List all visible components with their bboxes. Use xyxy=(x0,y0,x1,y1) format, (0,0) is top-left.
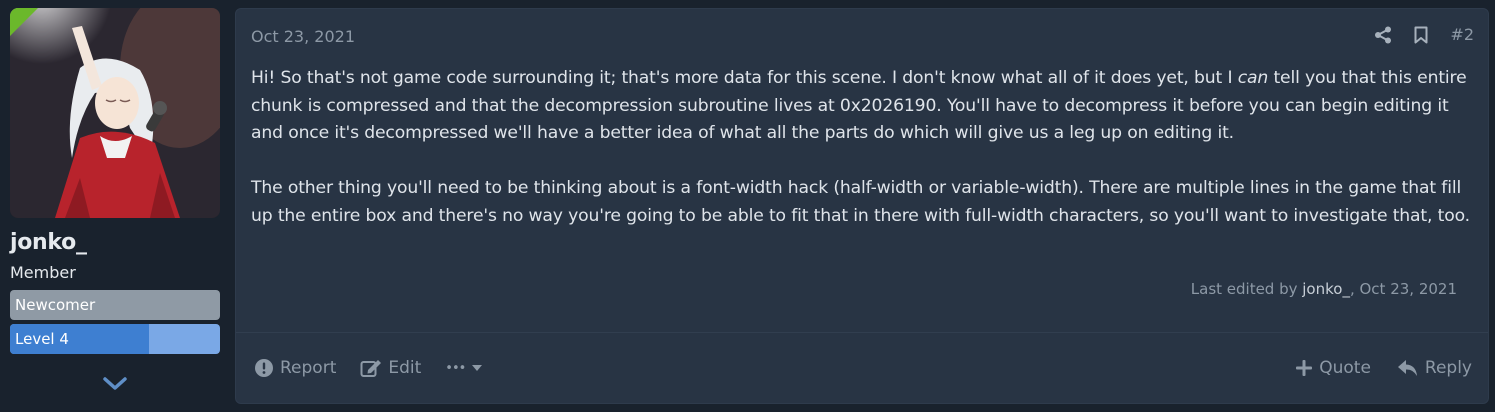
post-actions-left: Report Edit ••• xyxy=(254,358,483,378)
quote-button[interactable]: Quote xyxy=(1295,358,1371,378)
warning-icon xyxy=(254,358,274,378)
bookmark-button[interactable] xyxy=(1414,26,1428,44)
edit-icon xyxy=(360,358,382,378)
chevron-down-icon xyxy=(103,377,127,390)
post-date[interactable]: Oct 23, 2021 xyxy=(251,27,355,46)
avatar-illustration xyxy=(10,8,220,218)
user-title: Member xyxy=(10,263,76,282)
user-cell: jonko_ Member Newcomer Level 4 xyxy=(0,0,232,412)
post-tools: #2 xyxy=(1374,25,1474,44)
badge-newcomer: Newcomer xyxy=(10,290,220,320)
caret-down-icon xyxy=(471,364,483,372)
reply-button[interactable]: Reply xyxy=(1397,358,1472,378)
bookmark-icon xyxy=(1414,26,1428,43)
badge-level: Level 4 xyxy=(10,324,220,354)
edit-label: Edit xyxy=(388,358,422,378)
more-dots: ••• xyxy=(445,360,466,376)
emphasis-text: can xyxy=(1237,68,1269,88)
post-actions-right: Quote Reply xyxy=(1295,358,1472,378)
post-body: Hi! So that's not game code surrounding … xyxy=(251,65,1471,258)
reply-icon xyxy=(1397,359,1419,377)
username[interactable]: jonko_ xyxy=(10,230,87,255)
reply-label: Reply xyxy=(1424,358,1472,378)
share-button[interactable] xyxy=(1374,26,1392,44)
more-options-button[interactable]: ••• xyxy=(445,361,483,376)
quote-label: Quote xyxy=(1319,358,1371,378)
share-icon xyxy=(1375,26,1392,43)
post-footer-divider xyxy=(236,332,1488,333)
online-indicator xyxy=(10,8,38,36)
post-number-link[interactable]: #2 xyxy=(1450,25,1474,44)
editor-username[interactable]: jonko_ xyxy=(1302,280,1350,298)
report-button[interactable]: Report xyxy=(254,358,336,378)
last-edited-note: Last edited by jonko_, Oct 23, 2021 xyxy=(1190,280,1457,298)
expand-user-info-button[interactable] xyxy=(100,372,130,396)
user-avatar[interactable] xyxy=(10,8,220,218)
post-paragraph-2: The other thing you'll need to be thinki… xyxy=(251,178,1470,226)
post-paragraph-1: Hi! So that's not game code surrounding … xyxy=(251,68,1467,143)
post-card: Oct 23, 2021 #2 Hi! So that's not game c… xyxy=(235,8,1489,404)
edit-button[interactable]: Edit xyxy=(360,358,421,378)
plus-icon xyxy=(1295,359,1313,377)
badge-level-label: Level 4 xyxy=(15,330,69,348)
report-label: Report xyxy=(280,358,337,378)
